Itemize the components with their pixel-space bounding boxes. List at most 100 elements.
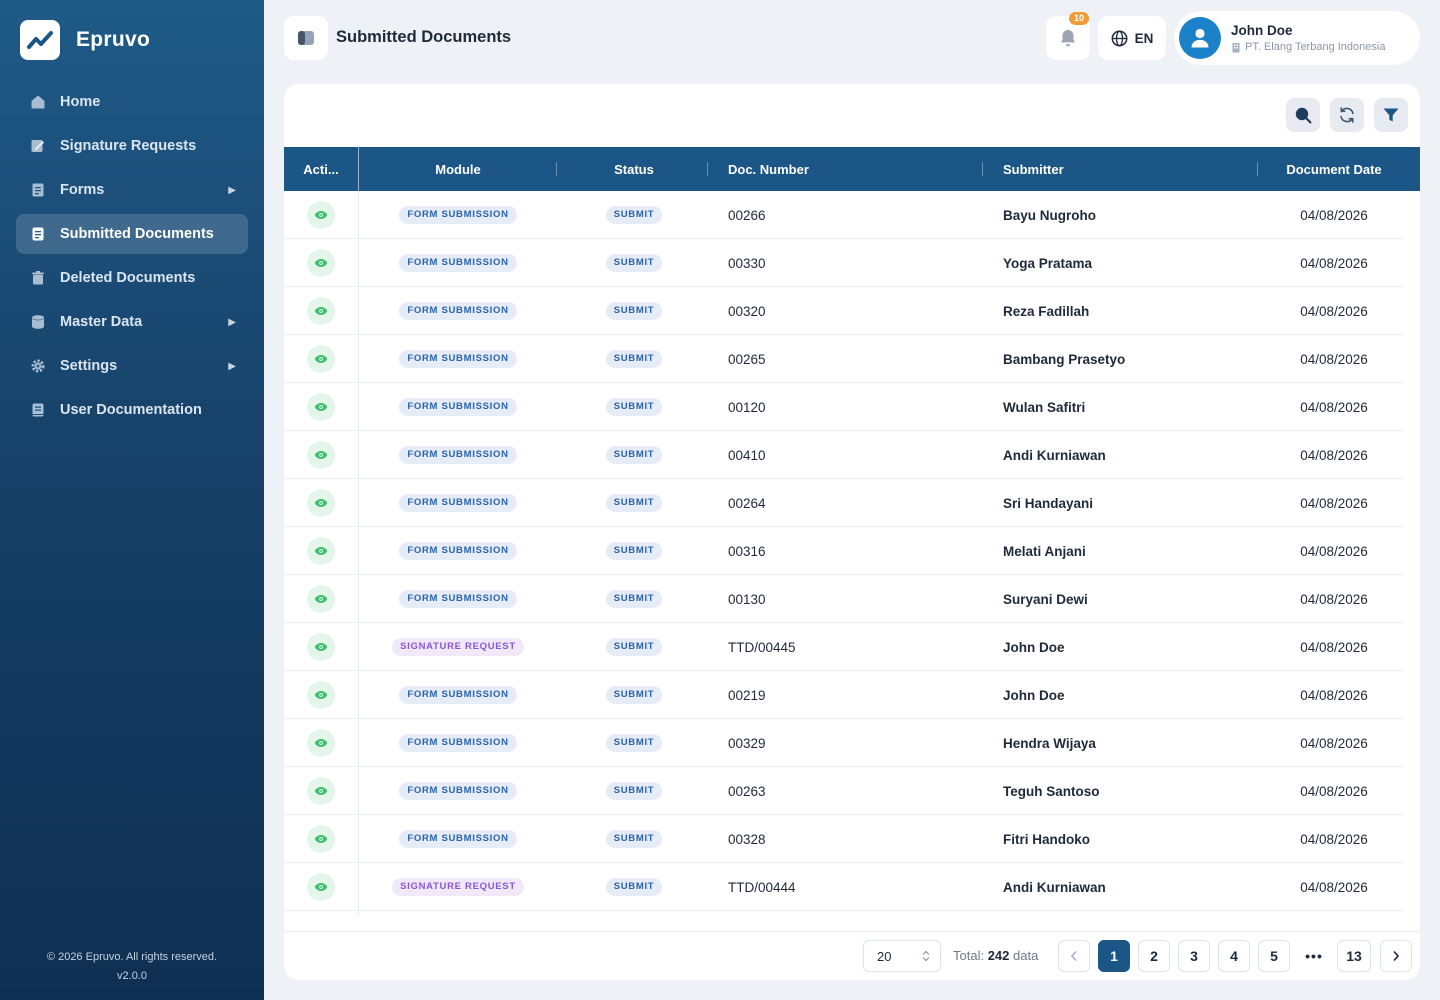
user-menu[interactable]: John Doe PT. Elang Terbang Indonesia xyxy=(1174,11,1420,65)
view-document-button[interactable] xyxy=(307,729,335,757)
view-document-button[interactable] xyxy=(307,585,335,613)
view-document-button[interactable] xyxy=(307,633,335,661)
search-button[interactable] xyxy=(1286,98,1320,132)
page-button-last[interactable]: 13 xyxy=(1337,940,1371,972)
page-button-1[interactable]: 1 xyxy=(1098,940,1130,972)
sidebar-item-master-data[interactable]: Master Data ▶ xyxy=(16,302,248,342)
view-document-button[interactable] xyxy=(307,345,335,373)
view-document-button[interactable] xyxy=(307,489,335,517)
version-text: v2.0.0 xyxy=(117,970,147,982)
language-switcher[interactable]: EN xyxy=(1098,16,1166,60)
view-document-button[interactable] xyxy=(307,777,335,805)
sidebar-item-label: Home xyxy=(60,94,101,110)
gear-icon xyxy=(30,358,46,374)
chevron-left-icon xyxy=(1070,950,1077,962)
view-document-button[interactable] xyxy=(307,873,335,901)
column-header-action[interactable]: Acti... xyxy=(284,147,358,191)
documents-card: Acti... Module Status Doc. Number Submit… xyxy=(284,84,1420,980)
column-header-doc-number[interactable]: Doc. Number xyxy=(728,147,978,191)
view-document-button[interactable] xyxy=(307,537,335,565)
sidebar-item-deleted-documents[interactable]: Deleted Documents xyxy=(16,258,248,298)
sidebar-nav: Home Signature Requests Forms ▶ Submitted Do… xyxy=(16,82,248,434)
sidebar-item-signature-requests[interactable]: Signature Requests xyxy=(16,126,248,166)
brand[interactable]: Epruvo xyxy=(20,20,150,60)
home-icon xyxy=(30,94,46,110)
next-page-button[interactable] xyxy=(1380,940,1412,972)
page-button-5[interactable]: 5 xyxy=(1258,940,1290,972)
language-label: EN xyxy=(1134,30,1154,46)
view-document-button[interactable] xyxy=(307,297,335,325)
page-button-4[interactable]: 4 xyxy=(1218,940,1250,972)
table-row[interactable]: FORM SUBMISSION SUBMIT 00316 Melati Anjani 0… xyxy=(284,527,1404,575)
document-date: 04/08/2026 xyxy=(1300,351,1368,367)
column-header-module[interactable]: Module xyxy=(358,147,558,191)
submitter-name: Sri Handayani xyxy=(1003,495,1094,511)
form-icon xyxy=(30,182,46,198)
view-document-button[interactable] xyxy=(307,249,335,277)
table-row[interactable]: FORM SUBMISSION SUBMIT 00328 Fitri Handoko 0… xyxy=(284,815,1404,863)
table-row[interactable]: FORM SUBMISSION SUBMIT 00264 Sri Handayani 0… xyxy=(284,479,1404,527)
eye-icon xyxy=(314,354,328,364)
column-header-submitter[interactable]: Submitter xyxy=(1003,147,1253,191)
sidebar-item-user-documentation[interactable]: User Documentation xyxy=(16,390,248,430)
sidebar-item-home[interactable]: Home xyxy=(16,82,248,122)
search-icon xyxy=(1295,107,1312,124)
view-document-button[interactable] xyxy=(307,393,335,421)
column-header-status[interactable]: Status xyxy=(559,147,709,191)
status-badge: SUBMIT xyxy=(605,638,663,656)
filter-button[interactable] xyxy=(1374,98,1408,132)
eye-icon xyxy=(314,738,328,748)
submitter-name: Melati Anjani xyxy=(1003,543,1086,559)
submitter-name: Fitri Handoko xyxy=(1003,831,1090,847)
page-button-2[interactable]: 2 xyxy=(1138,940,1170,972)
table-row[interactable]: SIGNATURE REQUEST SUBMIT TTD/00445 John Doe… xyxy=(284,623,1404,671)
sidebar-item-submitted-documents[interactable]: Submitted Documents xyxy=(16,214,248,254)
building-icon xyxy=(1232,42,1240,52)
refresh-button[interactable] xyxy=(1330,98,1364,132)
doc-number: 00266 xyxy=(728,207,766,223)
table-row[interactable]: FORM SUBMISSION SUBMIT 00120 Wulan Safitri 0… xyxy=(284,383,1404,431)
notification-button[interactable]: 10 xyxy=(1046,12,1090,60)
table-row[interactable]: FORM SUBMISSION SUBMIT 00219 John Doe 04/08/… xyxy=(284,671,1404,719)
eye-icon xyxy=(314,258,328,268)
page-button-3[interactable]: 3 xyxy=(1178,940,1210,972)
document-date: 04/08/2026 xyxy=(1300,495,1368,511)
sidebar-item-label: Settings xyxy=(60,358,118,374)
table-row[interactable]: FORM SUBMISSION SUBMIT 00265 Bambang Praset… xyxy=(284,335,1404,383)
table-row[interactable]: FORM SUBMISSION SUBMIT 00130 Suryani Dewi 04… xyxy=(284,575,1404,623)
sidebar-item-forms[interactable]: Forms ▶ xyxy=(16,170,248,210)
table-row[interactable]: FORM SUBMISSION SUBMIT 00320 Reza Fadillah 0… xyxy=(284,287,1404,335)
prev-page-button[interactable] xyxy=(1058,940,1090,972)
column-header-document-date[interactable]: Document Date xyxy=(1260,147,1408,191)
table-row[interactable]: SIGNATURE REQUEST SUBMIT TTD/00444 Andi Kur… xyxy=(284,863,1404,911)
document-date: 04/08/2026 xyxy=(1300,207,1368,223)
module-badge: FORM SUBMISSION xyxy=(399,734,517,752)
doc-number: 00328 xyxy=(728,831,766,847)
eye-icon xyxy=(314,210,328,220)
table-row[interactable]: FORM SUBMISSION SUBMIT 00410 Andi Kurniawan… xyxy=(284,431,1404,479)
table-row[interactable]: FORM SUBMISSION SUBMIT 00266 Bayu Nugroho 04… xyxy=(284,191,1404,239)
view-document-button[interactable] xyxy=(307,201,335,229)
doc-number: 00320 xyxy=(728,303,766,319)
table-row[interactable]: FORM SUBMISSION SUBMIT 00329 Hendra Wijaya 0… xyxy=(284,719,1404,767)
status-badge: SUBMIT xyxy=(605,686,663,704)
sidebar-item-label: Signature Requests xyxy=(60,138,197,154)
page-size-select[interactable]: 20 xyxy=(863,940,941,972)
table-row[interactable]: FORM SUBMISSION SUBMIT 00330 Yoga Pratama 04… xyxy=(284,239,1404,287)
sidebar-toggle-button[interactable] xyxy=(284,16,328,60)
module-badge: SIGNATURE REQUEST xyxy=(392,878,524,896)
document-date: 04/08/2026 xyxy=(1300,399,1368,415)
eye-icon xyxy=(314,498,328,508)
status-badge: SUBMIT xyxy=(605,542,663,560)
document-date: 04/08/2026 xyxy=(1300,783,1368,799)
view-document-button[interactable] xyxy=(307,825,335,853)
sidebar-item-settings[interactable]: Settings ▶ xyxy=(16,346,248,386)
table-row[interactable]: FORM SUBMISSION SUBMIT 00263 Teguh Santoso 0… xyxy=(284,767,1404,815)
eye-icon xyxy=(314,642,328,652)
view-document-button[interactable] xyxy=(307,441,335,469)
eye-icon xyxy=(314,594,328,604)
view-document-button[interactable] xyxy=(307,681,335,709)
book-icon xyxy=(30,402,46,418)
signature-icon xyxy=(30,138,46,154)
status-badge: SUBMIT xyxy=(605,590,663,608)
